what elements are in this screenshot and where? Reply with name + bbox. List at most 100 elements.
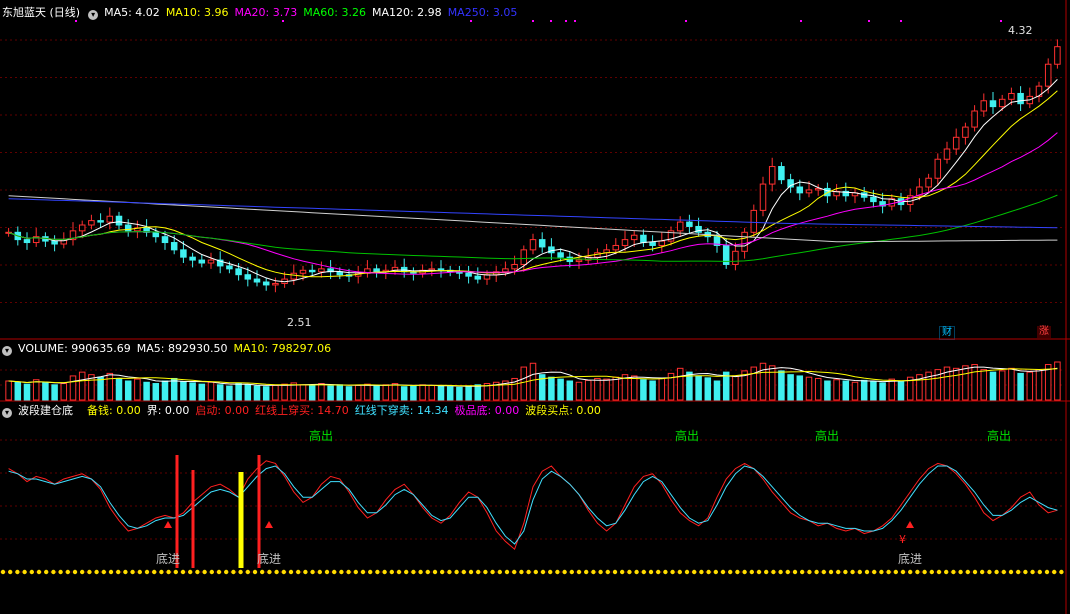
candle-body bbox=[189, 256, 196, 261]
top-signal-label: 高出 bbox=[987, 428, 1011, 443]
candle-body bbox=[778, 166, 785, 181]
baseline-dot bbox=[432, 569, 438, 575]
baseline-dot bbox=[504, 569, 510, 575]
volume-bar bbox=[115, 377, 123, 401]
volume-bar bbox=[851, 381, 859, 401]
candle-body bbox=[759, 183, 767, 211]
volume-bar bbox=[603, 378, 610, 401]
baseline-dot bbox=[152, 569, 157, 575]
volume-bar bbox=[345, 386, 353, 401]
candle-body bbox=[980, 100, 988, 112]
baseline-dot bbox=[339, 569, 344, 575]
volume-bar bbox=[318, 383, 325, 401]
volume-bar bbox=[529, 362, 537, 401]
baseline-dot bbox=[202, 569, 207, 575]
baseline-dot bbox=[144, 569, 150, 575]
candle-body bbox=[649, 242, 656, 246]
volume-bar bbox=[695, 375, 702, 401]
volume-bar bbox=[143, 381, 150, 401]
baseline-dot bbox=[735, 569, 740, 575]
baseline-dot bbox=[87, 569, 92, 575]
volume-bar bbox=[649, 380, 656, 401]
baseline-dot bbox=[749, 569, 754, 575]
baseline-dot bbox=[116, 569, 121, 575]
volume-bar bbox=[704, 377, 712, 401]
baseline-dot bbox=[526, 569, 531, 575]
volume-bar bbox=[400, 386, 408, 401]
volume-bar bbox=[879, 382, 886, 401]
volume-bar bbox=[189, 382, 196, 401]
baseline-dot bbox=[598, 569, 603, 575]
baseline-dot bbox=[958, 569, 963, 575]
candle-body bbox=[198, 259, 206, 264]
volume-bar bbox=[23, 383, 31, 401]
candle-body bbox=[998, 98, 1006, 108]
volume-bar bbox=[410, 385, 417, 401]
baseline-dot bbox=[490, 569, 495, 575]
volume-bar bbox=[5, 380, 12, 401]
baseline-dot bbox=[389, 569, 394, 575]
baseline-dot bbox=[159, 569, 164, 575]
volume-bar bbox=[732, 375, 739, 401]
baseline-dot bbox=[634, 569, 639, 575]
volume-bar bbox=[676, 367, 684, 401]
baseline-dot bbox=[274, 569, 279, 575]
candle-body bbox=[511, 263, 518, 270]
volume-bar bbox=[354, 384, 362, 401]
baseline-dot bbox=[850, 569, 855, 575]
baseline-dot bbox=[461, 569, 466, 575]
baseline-dot bbox=[612, 569, 618, 575]
baseline-dot bbox=[447, 569, 452, 575]
baseline-dot bbox=[281, 569, 286, 575]
baseline-dot bbox=[468, 569, 474, 575]
baseline-dot bbox=[785, 569, 790, 575]
volume-bar bbox=[824, 380, 831, 401]
baseline-dot bbox=[483, 569, 488, 575]
baseline-dot bbox=[310, 569, 315, 575]
baseline-dot bbox=[756, 569, 762, 575]
baseline-dot bbox=[72, 569, 78, 575]
candle-body bbox=[262, 281, 270, 286]
baseline-dot bbox=[1016, 569, 1021, 575]
baseline-dot bbox=[684, 569, 690, 575]
volume-bar bbox=[842, 380, 850, 401]
volume-bar bbox=[216, 384, 224, 401]
volume-bar bbox=[428, 384, 436, 401]
candle-body bbox=[88, 220, 95, 226]
candle-body bbox=[612, 244, 620, 251]
baseline-dot bbox=[533, 569, 538, 575]
baseline-dot bbox=[605, 569, 610, 575]
volume-bar bbox=[897, 380, 905, 401]
baseline-dot bbox=[231, 569, 236, 575]
volume-bar bbox=[640, 379, 647, 401]
baseline-dot bbox=[764, 569, 769, 575]
baseline-dot bbox=[836, 569, 841, 575]
baseline-dot bbox=[245, 569, 250, 575]
candle-body bbox=[732, 250, 739, 265]
volume-bar bbox=[226, 385, 233, 401]
chart-canvas[interactable]: 4.32 2.51 高出 高出 高出 高出底进 底进 底进 ¥ bbox=[0, 0, 1070, 614]
baseline-dot bbox=[548, 569, 553, 575]
volume-bar bbox=[198, 383, 206, 401]
volume-bar bbox=[106, 372, 114, 401]
top-marker-dot bbox=[470, 20, 472, 22]
candle-body bbox=[272, 282, 279, 286]
volume-bar bbox=[161, 380, 169, 401]
baseline-dot bbox=[936, 569, 942, 575]
candle-body bbox=[170, 242, 178, 251]
volume-bar bbox=[262, 386, 270, 401]
candle-body bbox=[318, 268, 325, 273]
baseline-dot bbox=[648, 569, 654, 575]
baseline-dot bbox=[569, 569, 574, 575]
baseline-dot bbox=[360, 569, 366, 575]
candle-body bbox=[373, 268, 380, 273]
baseline-dot bbox=[641, 569, 646, 575]
candle-body bbox=[640, 234, 647, 244]
volume-bar bbox=[989, 371, 997, 401]
baseline-dot bbox=[216, 569, 222, 575]
candle-body bbox=[658, 240, 666, 246]
candle-body bbox=[796, 186, 804, 194]
baseline-dot bbox=[584, 569, 589, 575]
candle-body bbox=[686, 221, 693, 227]
baseline-dot bbox=[591, 569, 596, 575]
